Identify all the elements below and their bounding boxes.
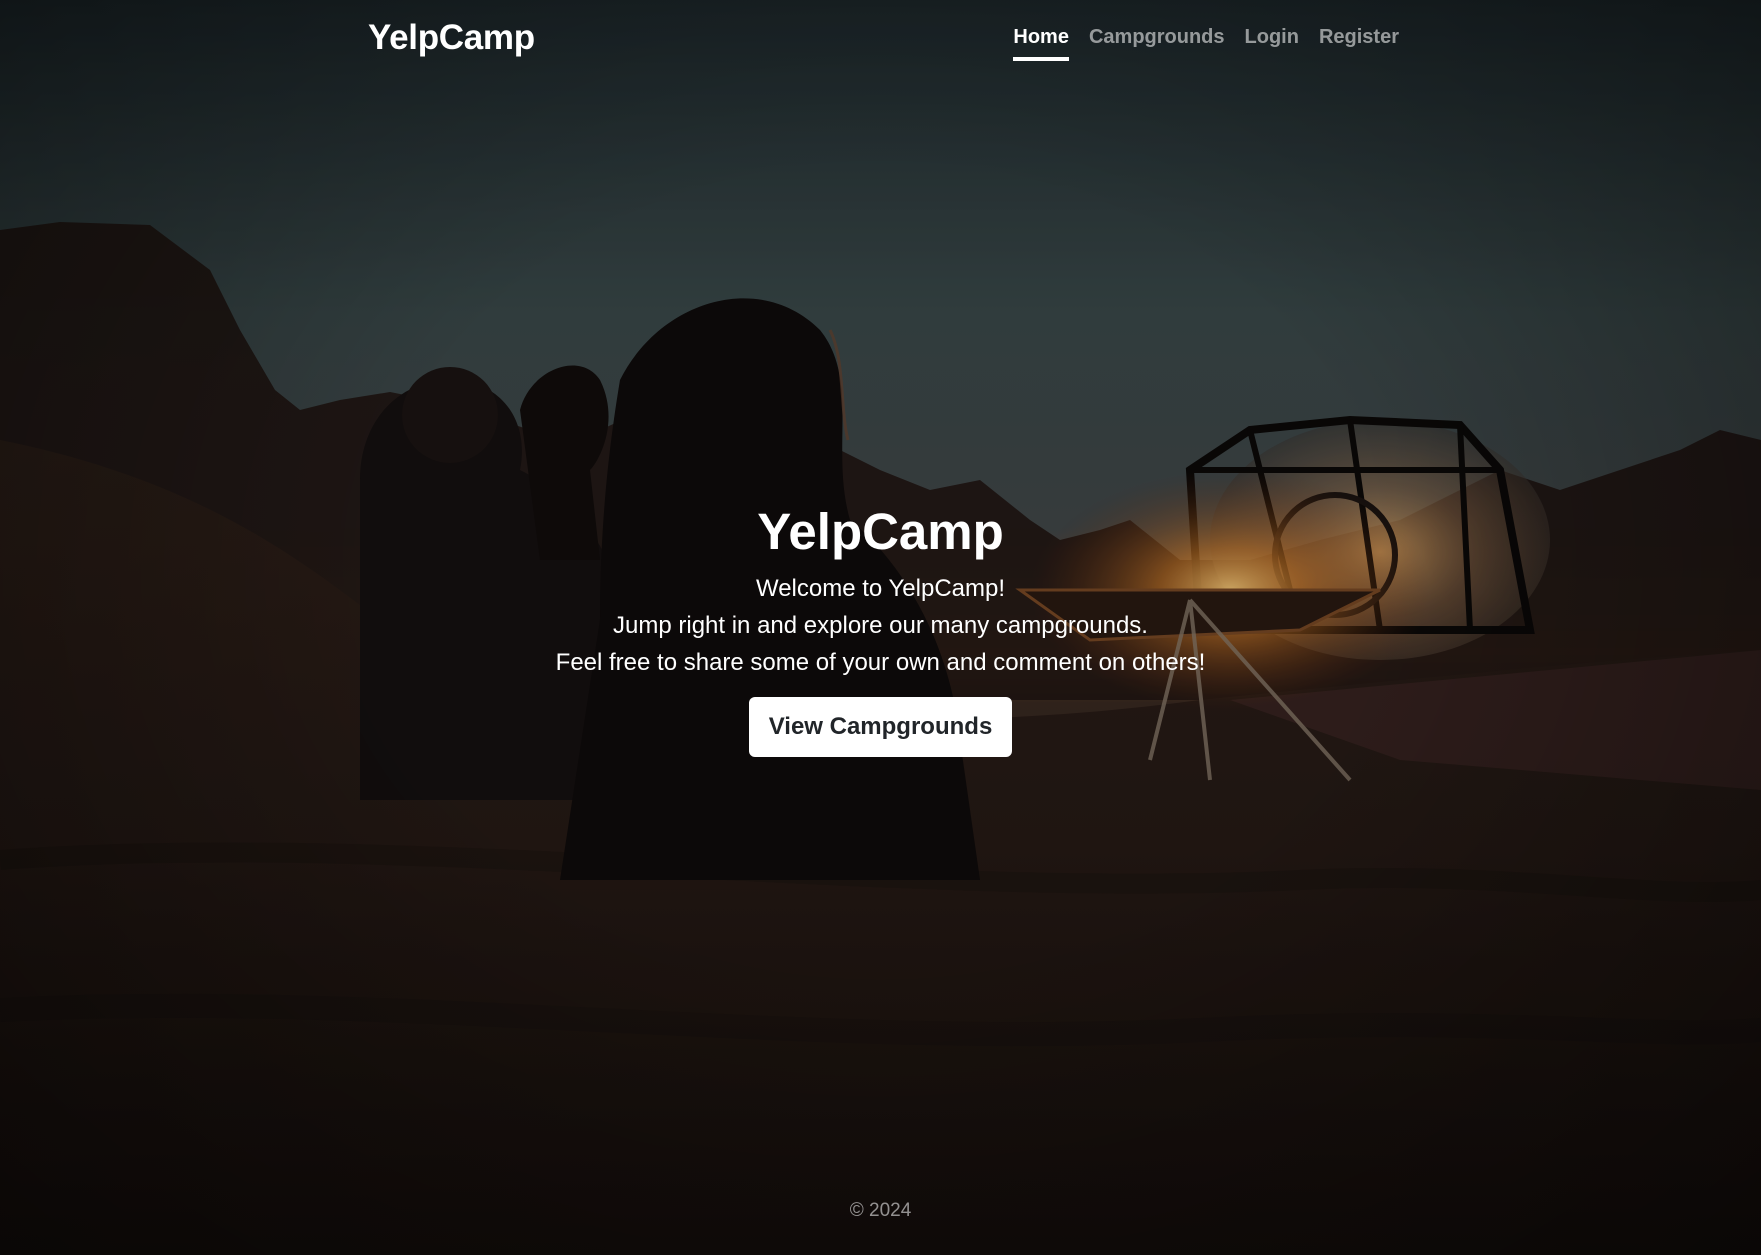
top-navbar: YelpCamp Home Campgrounds Login Register bbox=[0, 0, 1761, 80]
nav-link-register[interactable]: Register bbox=[1319, 26, 1399, 61]
nav-link-home[interactable]: Home bbox=[1013, 26, 1069, 61]
hero-title: YelpCamp bbox=[757, 503, 1004, 560]
hero-text: Welcome to YelpCamp! Jump right in and e… bbox=[0, 570, 1761, 681]
view-campgrounds-button[interactable]: View Campgrounds bbox=[748, 697, 1013, 757]
hero-section: YelpCamp Welcome to YelpCamp! Jump right… bbox=[0, 500, 1761, 757]
footer: © 2024 bbox=[0, 1200, 1761, 1222]
brand-logo[interactable]: YelpCamp bbox=[368, 18, 535, 58]
hero-share-line: Feel free to share some of your own and … bbox=[555, 649, 1206, 676]
hero-explore-line: Jump right in and explore our many campg… bbox=[613, 612, 1148, 639]
nav-link-login[interactable]: Login bbox=[1245, 26, 1299, 61]
nav-link-campgrounds[interactable]: Campgrounds bbox=[1089, 26, 1225, 61]
nav-links: Home Campgrounds Login Register bbox=[1013, 26, 1399, 61]
hero-welcome-line: Welcome to YelpCamp! bbox=[755, 575, 1006, 602]
copyright-text: © 2024 bbox=[849, 1200, 912, 1221]
